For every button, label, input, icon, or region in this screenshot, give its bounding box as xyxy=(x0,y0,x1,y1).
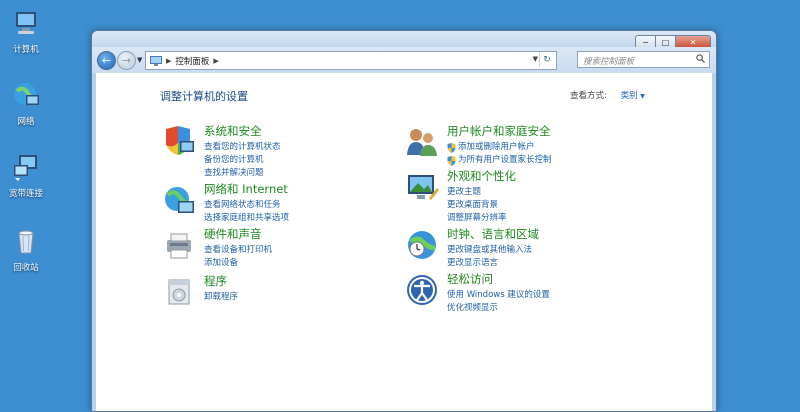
recycle-bin-icon xyxy=(18,230,34,254)
desktop-icon-label: 网络 xyxy=(17,117,35,127)
category-link[interactable]: 卸载程序 xyxy=(204,291,238,304)
category-link[interactable]: 优化视频显示 xyxy=(447,302,550,315)
category-link[interactable]: 备份您的计算机 xyxy=(204,154,281,167)
ease-of-access-icon[interactable] xyxy=(405,273,439,307)
category-clock-language: 时钟、语言和区域 更改键盘或其他输入法 更改显示语言 xyxy=(405,226,539,270)
search-input[interactable]: 搜索控制面板 xyxy=(577,51,710,68)
search-icon[interactable] xyxy=(696,54,705,63)
category-link[interactable]: 使用 Windows 建议的设置 xyxy=(447,289,550,302)
category-link[interactable]: 添加或删除用户帐户 xyxy=(447,141,552,154)
category-title[interactable]: 时钟、语言和区域 xyxy=(447,226,539,242)
category-system-security: 系统和安全 查看您的计算机状态 备份您的计算机 查找并解决问题 xyxy=(162,123,281,180)
navigation-bar: ← → ▼ ▶ 控制面板 ▶ ▼ ↻ 搜索控制面板 xyxy=(92,47,716,73)
broadband-icon xyxy=(14,155,37,181)
appearance-icon[interactable] xyxy=(405,170,439,204)
clock-language-icon[interactable] xyxy=(405,228,439,262)
category-title[interactable]: 轻松访问 xyxy=(447,271,550,287)
breadcrumb-control-panel[interactable]: 控制面板 xyxy=(175,55,209,67)
category-link[interactable]: 更改显示语言 xyxy=(447,257,539,270)
category-link[interactable]: 查看设备和打印机 xyxy=(204,244,272,257)
category-link[interactable]: 为所有用户设置家长控制 xyxy=(447,154,552,167)
search-placeholder: 搜索控制面板 xyxy=(583,57,635,67)
category-link[interactable]: 调整屏幕分辨率 xyxy=(447,212,516,225)
category-link[interactable]: 更改桌面背景 xyxy=(447,199,516,212)
desktop-icon-network[interactable]: 网络 xyxy=(2,80,50,127)
control-panel-window: − □ ✕ ← → ▼ ▶ 控制面板 ▶ ▼ ↻ 搜索控制面板 调整计算机的设置 xyxy=(91,30,717,412)
computer-icon xyxy=(16,12,36,34)
network-icon xyxy=(14,83,39,105)
chevron-down-icon: ▼ xyxy=(640,93,645,100)
category-link[interactable]: 查找并解决问题 xyxy=(204,167,281,180)
category-appearance: 外观和个性化 更改主题 更改桌面背景 调整屏幕分辨率 xyxy=(405,168,516,225)
category-programs: 程序 卸载程序 xyxy=(162,273,238,309)
breadcrumb-chevron-icon[interactable]: ▶ xyxy=(213,57,218,65)
programs-icon[interactable] xyxy=(162,275,196,309)
address-bar[interactable]: ▶ 控制面板 ▶ ▼ ↻ xyxy=(145,51,557,70)
refresh-icon[interactable]: ↻ xyxy=(539,52,554,67)
view-by: 查看方式: 类别 ▼ xyxy=(570,89,650,101)
network-internet-icon[interactable] xyxy=(162,183,196,217)
category-link[interactable]: 查看您的计算机状态 xyxy=(204,141,281,154)
user-accounts-icon[interactable] xyxy=(405,125,439,159)
category-link[interactable]: 更改键盘或其他输入法 xyxy=(447,244,539,257)
category-link[interactable]: 添加设备 xyxy=(204,257,272,270)
view-by-label: 查看方式: xyxy=(570,91,607,101)
category-link[interactable]: 查看网络状态和任务 xyxy=(204,199,289,212)
category-link[interactable]: 选择家庭组和共享选项 xyxy=(204,212,289,225)
content-area: 调整计算机的设置 查看方式: 类别 ▼ 系统和安全 查看您的计算机状态 备份您的… xyxy=(96,73,712,411)
category-title[interactable]: 外观和个性化 xyxy=(447,168,516,184)
control-panel-icon xyxy=(150,55,162,66)
category-title[interactable]: 程序 xyxy=(204,273,238,289)
desktop-icon-broadband[interactable]: 宽带连接 xyxy=(2,152,50,199)
uac-shield-icon xyxy=(447,155,456,166)
forward-button[interactable]: → xyxy=(117,51,136,70)
system-security-icon[interactable] xyxy=(162,125,196,159)
desktop-icon-label: 计算机 xyxy=(13,45,39,55)
category-title[interactable]: 用户帐户和家庭安全 xyxy=(447,123,552,139)
category-title[interactable]: 网络和 Internet xyxy=(204,181,289,197)
category-user-accounts: 用户帐户和家庭安全 添加或删除用户帐户 为所有用户设置家长控制 xyxy=(405,123,552,167)
uac-shield-icon xyxy=(447,142,456,153)
desktop-icon-recycle-bin[interactable]: 回收站 xyxy=(2,226,50,273)
desktop-icon-label: 宽带连接 xyxy=(8,189,43,199)
category-ease-of-access: 轻松访问 使用 Windows 建议的设置 优化视频显示 xyxy=(405,271,550,315)
recent-pages-dropdown[interactable]: ▼ xyxy=(137,56,142,64)
view-by-dropdown[interactable]: 类别 ▼ xyxy=(616,89,650,103)
breadcrumb-chevron-icon[interactable]: ▶ xyxy=(166,57,171,65)
category-network-internet: 网络和 Internet 查看网络状态和任务 选择家庭组和共享选项 xyxy=(162,181,289,225)
title-bar[interactable]: − □ ✕ xyxy=(92,31,716,50)
arrow-left-icon: ← xyxy=(101,54,112,67)
desktop-icon-label: 回收站 xyxy=(13,263,39,273)
desktop-icon-computer[interactable]: 计算机 xyxy=(2,8,50,55)
arrow-right-icon: → xyxy=(121,54,132,67)
hardware-sound-icon[interactable] xyxy=(162,228,196,262)
category-hardware-sound: 硬件和声音 查看设备和打印机 添加设备 xyxy=(162,226,272,270)
category-title[interactable]: 硬件和声音 xyxy=(204,226,272,242)
category-link[interactable]: 更改主题 xyxy=(447,186,516,199)
address-dropdown-icon[interactable]: ▼ xyxy=(533,55,538,63)
page-title: 调整计算机的设置 xyxy=(160,90,248,103)
back-button[interactable]: ← xyxy=(97,51,116,70)
category-title[interactable]: 系统和安全 xyxy=(204,123,281,139)
